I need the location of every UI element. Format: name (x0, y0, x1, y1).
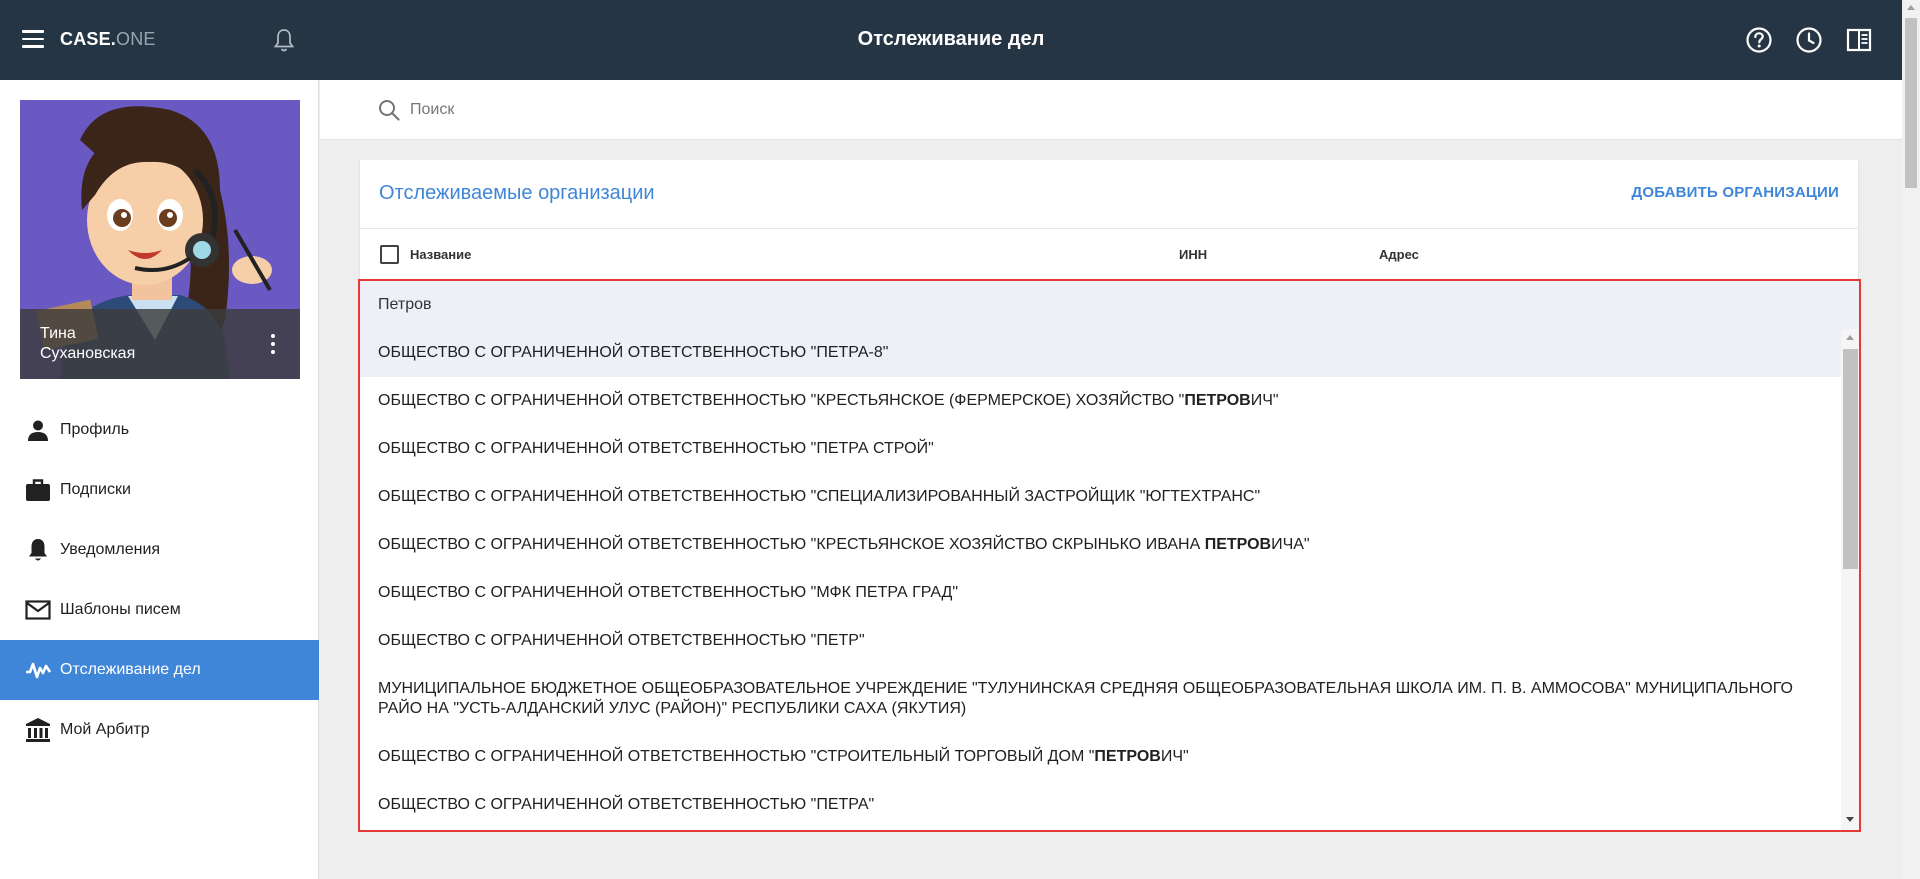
card-title: Отслеживаемые организации (379, 182, 655, 204)
organization-autocomplete: Петров ОБЩЕСТВО С ОГРАНИЧЕННОЙ ОТВЕТСТВЕ… (358, 279, 1861, 832)
page-scrollbar[interactable] (1902, 0, 1920, 879)
panel-icon[interactable] (1845, 26, 1873, 54)
sidebar-item-label: Профиль (60, 421, 130, 438)
sidebar-item-label: Уведомления (60, 541, 161, 558)
sidebar-item-my-arbiter[interactable]: Мой Арбитр (0, 700, 319, 760)
list-item[interactable]: ОБЩЕСТВО С ОГРАНИЧЕННОЙ ОТВЕТСТВЕННОСТЬЮ… (360, 569, 1841, 617)
list-item[interactable]: ОБЩЕСТВО С ОГРАНИЧЕННОЙ ОТВЕТСТВЕННОСТЬЮ… (360, 377, 1841, 425)
top-app-bar: CASE.ONE Отслеживание дел (0, 0, 1902, 80)
list-item[interactable]: ОБЩЕСТВО С ОГРАНИЧЕННОЙ ОТВЕТСТВЕННОСТЬЮ… (360, 329, 1841, 377)
user-name: Тина Сухановская (40, 324, 135, 364)
bell-icon (25, 537, 51, 563)
item-match: ПЕТРОВ (1094, 748, 1161, 765)
mail-icon (25, 597, 51, 623)
item-text: ОБЩЕСТВО С ОГРАНИЧЕННОЙ ОТВЕТСТВЕННОСТЬЮ… (378, 344, 889, 361)
sidebar-item-profile[interactable]: Профиль (0, 400, 319, 460)
scroll-up-icon[interactable] (1846, 335, 1854, 340)
item-text: ОБЩЕСТВО С ОГРАНИЧЕННОЙ ОТВЕТСТВЕННОСТЬЮ… (378, 748, 1095, 765)
item-text: ОБЩЕСТВО С ОГРАНИЧЕННОЙ ОТВЕТСТВЕННОСТЬЮ… (378, 488, 1261, 505)
sidebar-item-subscriptions[interactable]: Подписки (0, 460, 319, 520)
activity-icon (25, 657, 51, 683)
person-icon (25, 417, 51, 443)
court-icon (25, 717, 51, 743)
select-all-checkbox[interactable] (380, 245, 399, 264)
autocomplete-scrollbar[interactable] (1841, 329, 1859, 830)
list-item[interactable]: ОБЩЕСТВО С ОГРАНИЧЕННОЙ ОТВЕТСТВЕННОСТЬЮ… (360, 425, 1841, 473)
help-icon[interactable] (1745, 26, 1773, 54)
item-text-tail: ИЧА" (1271, 536, 1310, 553)
autocomplete-list: ОБЩЕСТВО С ОГРАНИЧЕННОЙ ОТВЕТСТВЕННОСТЬЮ… (360, 329, 1841, 830)
item-text: ОБЩЕСТВО С ОГРАНИЧЕННОЙ ОТВЕТСТВЕННОСТЬЮ… (378, 392, 1185, 409)
sidebar-item-case-tracking[interactable]: Отслеживание дел (0, 640, 319, 700)
user-first-name: Тина (40, 325, 76, 342)
sidebar-item-label: Мой Арбитр (60, 721, 150, 738)
history-icon[interactable] (1795, 26, 1823, 54)
list-item[interactable]: ОБЩЕСТВО С ОГРАНИЧЕННОЙ ОТВЕТСТВЕННОСТЬЮ… (360, 473, 1841, 521)
search-input[interactable] (410, 95, 1010, 125)
list-item[interactable]: ОБЩЕСТВО С ОГРАНИЧЕННОЙ ОТВЕТСТВЕННОСТЬЮ… (360, 781, 1841, 829)
scrollbar-thumb[interactable] (1905, 18, 1917, 188)
column-header-address[interactable]: Адрес (1379, 247, 1419, 262)
item-text: ОБЩЕСТВО С ОГРАНИЧЕННОЙ ОТВЕТСТВЕННОСТЬЮ… (378, 796, 875, 813)
item-text: ОБЩЕСТВО С ОГРАНИЧЕННОЙ ОТВЕТСТВЕННОСТЬЮ… (378, 536, 1205, 553)
sidebar-nav: Профиль Подписки Уведомления Шаблоны пис… (0, 400, 319, 760)
scroll-down-icon[interactable] (1846, 817, 1854, 822)
scrollbar-thumb[interactable] (1843, 349, 1858, 569)
item-match: ПЕТРОВ (1184, 392, 1251, 409)
user-last-name: Сухановская (40, 345, 136, 362)
list-item[interactable]: ОБЩЕСТВО С ОГРАНИЧЕННОЙ ОТВЕТСТВЕННОСТЬЮ… (360, 733, 1841, 781)
autocomplete-query[interactable]: Петров (378, 296, 432, 314)
scroll-up-icon[interactable] (1907, 5, 1915, 10)
list-item[interactable]: ОБЩЕСТВО С ОГРАНИЧЕННОЙ ОТВЕТСТВЕННОСТЬЮ… (360, 521, 1841, 569)
add-organizations-button[interactable]: ДОБАВИТЬ ОРГАНИЗАЦИИ (1631, 184, 1839, 201)
page-title: Отслеживание дел (857, 28, 1045, 50)
user-card: Тина Сухановская (20, 100, 300, 379)
more-vert-icon[interactable] (270, 334, 276, 356)
autocomplete-input-row[interactable]: Петров (360, 281, 1859, 329)
sidebar-item-mail-templates[interactable]: Шаблоны писем (0, 580, 319, 640)
item-text: ОБЩЕСТВО С ОГРАНИЧЕННОЙ ОТВЕТСТВЕННОСТЬЮ… (378, 584, 959, 601)
list-item[interactable]: ОБЩЕСТВО С ОГРАНИЧЕННОЙ ОТВЕТСТВЕННОСТЬЮ… (360, 617, 1841, 665)
sidebar: Тина Сухановская Профиль Подписки Уведом… (0, 80, 319, 879)
search-icon (379, 100, 400, 121)
search-bar (320, 80, 1902, 140)
item-text-tail: ИЧ" (1160, 748, 1189, 765)
sidebar-item-label: Отслеживание дел (60, 661, 201, 678)
sidebar-item-label: Шаблоны писем (60, 601, 181, 618)
item-text: ОБЩЕСТВО С ОГРАНИЧЕННОЙ ОТВЕТСТВЕННОСТЬЮ… (378, 440, 934, 457)
item-text-tail: ИЧ" (1250, 392, 1279, 409)
sidebar-item-label: Подписки (60, 481, 131, 498)
item-match: ПЕТРОВ (1204, 536, 1272, 553)
item-text: МУНИЦИПАЛЬНОЕ БЮДЖЕТНОЕ ОБЩЕОБРАЗОВАТЕЛЬ… (378, 680, 1793, 717)
column-header-name[interactable]: Название (410, 247, 471, 262)
column-header-inn[interactable]: ИНН (1179, 247, 1207, 262)
list-item[interactable]: МУНИЦИПАЛЬНОЕ БЮДЖЕТНОЕ ОБЩЕОБРАЗОВАТЕЛЬ… (360, 665, 1841, 733)
item-text: ОБЩЕСТВО С ОГРАНИЧЕННОЙ ОТВЕТСТВЕННОСТЬЮ… (378, 632, 865, 649)
table-header: Название ИНН Адрес (360, 229, 1858, 277)
sidebar-item-notifications[interactable]: Уведомления (0, 520, 319, 580)
user-info: Тина Сухановская (20, 309, 300, 379)
briefcase-icon (25, 477, 51, 503)
